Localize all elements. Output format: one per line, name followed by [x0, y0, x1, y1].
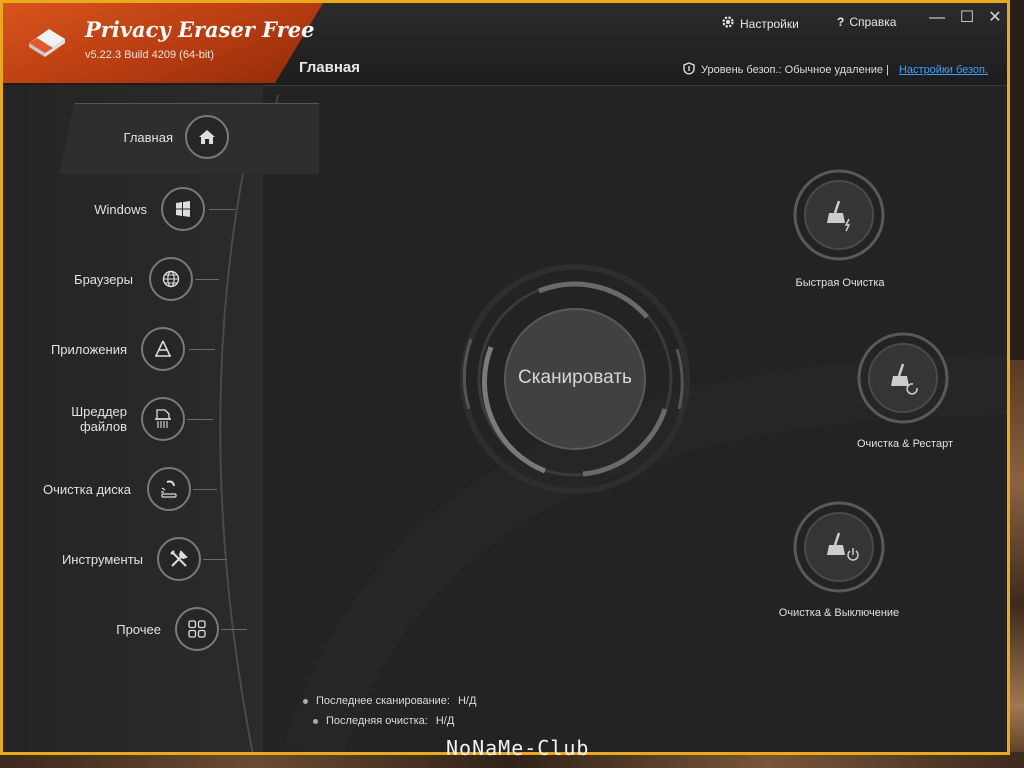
sidebar-item-label: Windows [94, 201, 147, 217]
last-scan-label: Последнее сканирование: [316, 695, 450, 707]
nav-connector [209, 209, 235, 210]
app-title: Privacy Eraser Free [85, 17, 315, 42]
quick-clean-label: Быстрая Очистка [795, 277, 885, 289]
home-icon [185, 115, 229, 159]
gear-icon [721, 15, 735, 32]
maximize-icon: ☐ [959, 9, 975, 26]
sidebar-item-home[interactable]: Главная [113, 115, 231, 159]
question-icon: ? [837, 15, 845, 29]
quick-clean-button[interactable] [791, 167, 887, 263]
settings-label: Настройки [740, 16, 799, 31]
disk-clean-icon [147, 467, 191, 511]
sidebar-item-label-line1: Шреддер [71, 404, 127, 419]
security-level: Уровень безоп.: Обычное удаление | Настр… [683, 62, 988, 78]
scan-button[interactable]: Сканировать [505, 308, 645, 448]
apps-icon [141, 327, 185, 371]
page-title: Главная [299, 59, 361, 76]
clean-shutdown-label: Очистка & Выключение [778, 607, 900, 619]
nav-connector [187, 419, 213, 420]
close-icon: ✕ [988, 9, 1002, 26]
bullet [303, 698, 308, 704]
sidebar-item-label: Главная [123, 129, 173, 145]
desktop-background-right [1010, 360, 1024, 768]
shredder-icon [141, 397, 185, 441]
close-button[interactable]: ✕ [983, 7, 1007, 29]
clean-shutdown-button[interactable] [791, 499, 887, 595]
clean-restart-label: Очистка & Рестарт [856, 438, 953, 450]
watermark: NoNaMe-Club [446, 736, 590, 760]
help-label: Справка [849, 15, 897, 29]
sidebar-item-label: Шреддер файлов [43, 404, 127, 434]
minimize-button[interactable]: — [925, 7, 949, 29]
bullet [313, 718, 318, 724]
sidebar-item-label: Очистка диска [43, 481, 131, 497]
sidebar-item-label-line2: файлов [79, 419, 127, 434]
sidebar-item-label: Браузеры [74, 271, 133, 287]
maximize-button[interactable]: ☐ [955, 7, 979, 29]
nav-connector [193, 489, 217, 490]
sidebar-item-file-shredder[interactable]: Шреддер файлов [43, 397, 189, 441]
tools-icon [157, 537, 201, 581]
nav-connector [221, 629, 247, 630]
settings-button[interactable]: Настройки [721, 15, 799, 32]
sidebar-item-browsers[interactable]: Браузеры [43, 257, 195, 301]
help-button[interactable]: ? Справка [837, 15, 896, 29]
shield-icon [683, 62, 695, 78]
sidebar-item-other[interactable]: Прочее [97, 607, 223, 651]
app-window: Privacy Eraser Free v5.22.3 Build 4209 (… [0, 0, 1010, 755]
sidebar-item-windows[interactable]: Windows [63, 187, 211, 231]
security-settings-link[interactable]: Настройки безоп. [899, 64, 988, 76]
security-level-text: Уровень безоп.: Обычное удаление | [701, 64, 889, 76]
sidebar-item-disk-cleanup[interactable]: Очистка диска [39, 467, 195, 511]
windows-icon [161, 187, 205, 231]
nav-connector [195, 279, 219, 280]
last-scan-status: Последнее сканирование: Н/Д [303, 695, 476, 707]
eraser-icon [29, 29, 65, 57]
nav-connector [189, 349, 215, 350]
header-bar: Privacy Eraser Free v5.22.3 Build 4209 (… [3, 3, 1007, 86]
app-version: v5.22.3 Build 4209 (64-bit) [85, 49, 215, 61]
sidebar-item-label: Инструменты [61, 551, 143, 567]
sidebar-item-label: Приложения [50, 341, 127, 357]
sidebar-item-applications[interactable]: Приложения [33, 327, 189, 371]
clean-restart-button[interactable] [855, 330, 951, 426]
minimize-icon: — [929, 9, 945, 26]
grid-icon [175, 607, 219, 651]
nav-connector [203, 559, 227, 560]
globe-icon [149, 257, 193, 301]
sidebar-item-tools[interactable]: Инструменты [57, 537, 205, 581]
last-clean-label: Последняя очистка: [326, 715, 428, 727]
last-scan-value: Н/Д [457, 695, 477, 707]
last-clean-value: Н/Д [435, 715, 455, 727]
sidebar-item-label: Прочее [116, 621, 161, 637]
last-clean-status: Последняя очистка: Н/Д [313, 715, 454, 727]
